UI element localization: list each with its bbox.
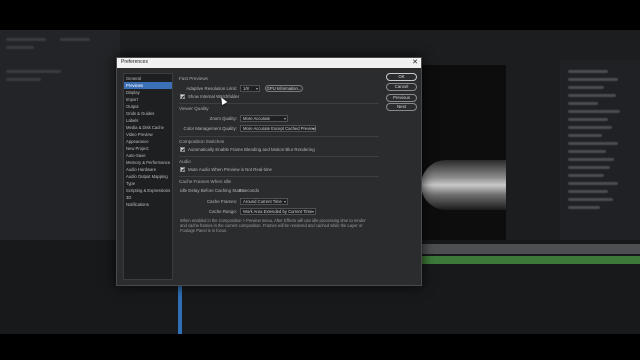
mute-audio-checkbox[interactable]: [180, 167, 185, 172]
category-general[interactable]: General: [124, 75, 172, 82]
category-output[interactable]: Output: [124, 103, 172, 110]
cache-frames-dropdown[interactable]: Around Current Time ▾: [240, 198, 288, 205]
category-list: General Previews Display Import Output G…: [123, 73, 173, 280]
section-viewer-quality: Viewer Quality: [179, 106, 209, 111]
adaptive-resolution-dropdown[interactable]: 1/8 ▾: [240, 85, 260, 92]
letterbox-bottom: [0, 334, 640, 360]
zoom-quality-dropdown[interactable]: More Accurate ▾: [240, 115, 288, 122]
project-panel: [0, 30, 120, 240]
auto-frame-blending-label: Automatically Enable Frame Blending and …: [188, 147, 315, 152]
mute-audio-label: Mute Audio When Preview is Not Real-time: [188, 167, 272, 172]
category-audio-output-mapping[interactable]: Audio Output Mapping: [124, 173, 172, 180]
cache-note: When enabled in the Composition > Previe…: [180, 218, 366, 234]
adaptive-resolution-label: Adaptive Resolution Limit:: [186, 86, 237, 91]
chevron-down-icon: ▾: [255, 86, 258, 91]
chevron-down-icon: ▾: [283, 199, 286, 204]
color-management-label: Color Management Quality:: [183, 126, 237, 131]
section-composition-switches: Composition Switches: [179, 139, 225, 144]
dialog-titlebar: Preferences ✕: [117, 58, 421, 68]
next-button[interactable]: Next: [386, 103, 417, 111]
idle-delay-label: Idle Delay Before Caching Starts:: [180, 188, 245, 193]
gpu-information-button[interactable]: GPU Information...: [265, 85, 303, 92]
auto-frame-blending-checkbox[interactable]: [180, 147, 185, 152]
dialog-title: Preferences: [121, 59, 148, 65]
category-previews[interactable]: Previews: [124, 82, 172, 89]
category-auto-save[interactable]: Auto-Save: [124, 152, 172, 159]
divider: [179, 136, 379, 137]
zoom-quality-value: More Accurate: [243, 116, 270, 121]
category-labels[interactable]: Labels: [124, 117, 172, 124]
category-appearance[interactable]: Appearance: [124, 138, 172, 145]
viewer-image: [421, 160, 506, 210]
close-icon[interactable]: ✕: [412, 58, 418, 67]
idle-delay-value[interactable]: 5 seconds: [239, 188, 259, 193]
preferences-content: Fast Previews Adaptive Resolution Limit:…: [179, 73, 382, 283]
effects-panel: [560, 60, 640, 250]
timeline-playhead: [178, 286, 182, 334]
divider: [179, 103, 379, 104]
category-memory-performance[interactable]: Memory & Performance: [124, 159, 172, 166]
category-new-project[interactable]: New Project: [124, 145, 172, 152]
category-grids-guides[interactable]: Grids & Guides: [124, 110, 172, 117]
show-watchfolder-checkbox[interactable]: [180, 94, 185, 99]
category-type[interactable]: Type: [124, 180, 172, 187]
category-audio-hardware[interactable]: Audio Hardware: [124, 166, 172, 173]
show-watchfolder-label: Show Internal Watchfolder: [188, 94, 240, 99]
cache-frames-value: Around Current Time: [243, 199, 282, 204]
ok-button[interactable]: OK: [386, 73, 417, 81]
previous-button[interactable]: Previous: [386, 94, 417, 102]
section-fast-previews: Fast Previews: [179, 76, 208, 81]
cancel-button[interactable]: Cancel: [386, 83, 417, 91]
section-audio: Audio: [179, 159, 191, 164]
cache-range-value: Work Area Extended by Current Time: [243, 209, 313, 214]
category-import[interactable]: Import: [124, 96, 172, 103]
letterbox-top: [0, 0, 640, 30]
cache-range-dropdown[interactable]: Work Area Extended by Current Time ▾: [240, 208, 316, 215]
category-notifications[interactable]: Notifications: [124, 201, 172, 208]
chevron-down-icon: ▾: [311, 126, 314, 131]
color-management-dropdown[interactable]: More Accurate Except Cached Preview ▾: [240, 125, 316, 132]
preferences-dialog: Preferences ✕ General Previews Display I…: [116, 57, 422, 286]
timeline-work-area: [421, 256, 640, 264]
chevron-down-icon: ▾: [283, 116, 286, 121]
category-media-disk-cache[interactable]: Media & Disk Cache: [124, 124, 172, 131]
category-scripting-expressions[interactable]: Scripting & Expressions: [124, 187, 172, 194]
color-management-value: More Accurate Except Cached Preview: [243, 126, 316, 131]
section-cache-frames: Cache Frames When Idle: [179, 179, 232, 184]
category-video-preview[interactable]: Video Preview: [124, 131, 172, 138]
cache-range-label: Cache Range:: [208, 209, 237, 214]
timeline-ruler: [421, 244, 640, 254]
adaptive-resolution-value: 1/8: [243, 86, 249, 91]
zoom-quality-label: Zoom Quality:: [209, 116, 237, 121]
category-3d[interactable]: 3D: [124, 194, 172, 201]
chevron-down-icon: ▾: [311, 209, 314, 214]
divider: [179, 176, 379, 177]
category-display[interactable]: Display: [124, 89, 172, 96]
composition-viewer: [421, 65, 506, 255]
cache-frames-label: Cache Frames:: [206, 199, 237, 204]
divider: [179, 156, 379, 157]
